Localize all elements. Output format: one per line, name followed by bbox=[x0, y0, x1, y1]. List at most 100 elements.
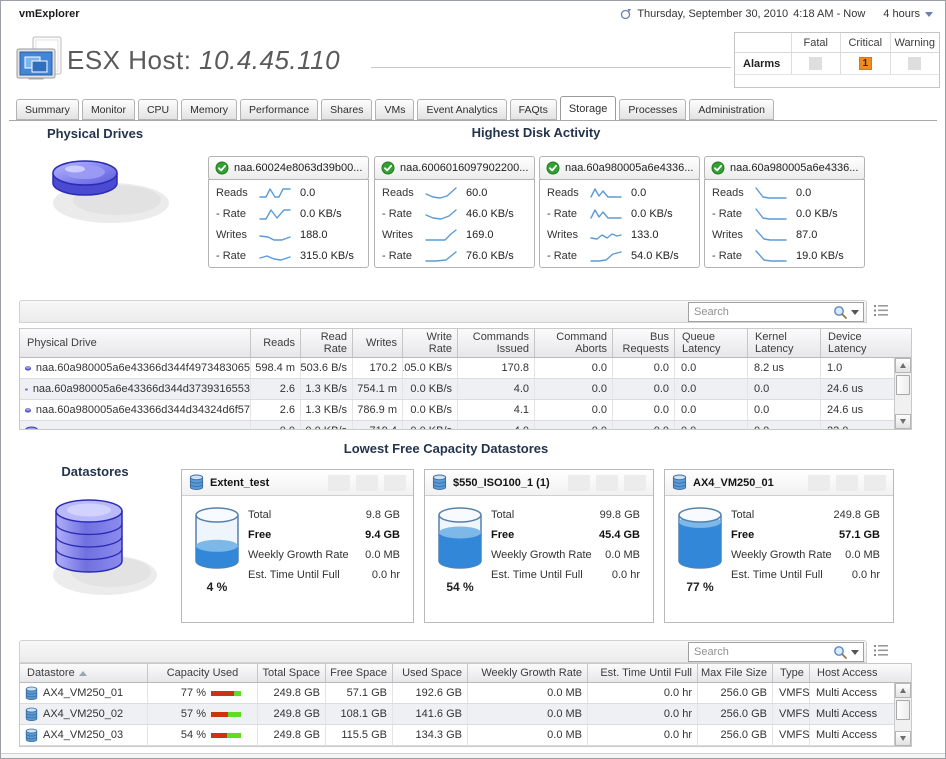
cell-writes: 786.9 m bbox=[352, 400, 402, 420]
metric-label: Writes bbox=[382, 229, 424, 241]
warning-count-badge[interactable] bbox=[908, 57, 921, 70]
scroll-thumb[interactable] bbox=[896, 375, 910, 395]
col-header-writes[interactable]: Writes bbox=[352, 329, 402, 357]
col-header-reads[interactable]: Reads bbox=[250, 329, 300, 357]
drive-table-search[interactable] bbox=[688, 302, 864, 322]
drive-table-row[interactable]: naa.60a980005a6e43366d344d3739316553 2.6… bbox=[20, 379, 894, 400]
tab-event-analytics[interactable]: Event Analytics bbox=[417, 99, 506, 120]
scroll-down-button[interactable] bbox=[895, 414, 911, 429]
cell-queue-latency: 0.0 bbox=[674, 400, 747, 420]
cell-command-aborts: 0.0 bbox=[534, 421, 612, 429]
tab-memory[interactable]: Memory bbox=[181, 99, 237, 120]
capacity-percent: 77 % bbox=[673, 580, 727, 594]
tab-faqts[interactable]: FAQts bbox=[510, 99, 557, 120]
col-header-commands-issued[interactable]: Commands Issued bbox=[457, 329, 534, 357]
scroll-down-button[interactable] bbox=[895, 731, 911, 746]
tab-shares[interactable]: Shares bbox=[321, 99, 372, 120]
drive-card-header[interactable]: naa.60024e8063d39b00... bbox=[208, 156, 369, 180]
search-input[interactable] bbox=[689, 306, 833, 318]
tab-cpu[interactable]: CPU bbox=[138, 99, 178, 120]
drive-card-body: Reads 0.0 - Rate 0.0 KB/s Writes 188.0 -… bbox=[208, 179, 369, 268]
metric-value: 169.0 bbox=[466, 229, 494, 241]
datastore-table-row[interactable]: AX4_VM250_03 54 % 249.8 GB 115.5 GB 134.… bbox=[20, 725, 894, 746]
search-icon[interactable] bbox=[833, 305, 848, 320]
col-header-free-space[interactable]: Free Space bbox=[325, 664, 392, 682]
datastore-card-body: 54 % Total99.8 GB Free45.4 GB Weekly Gro… bbox=[425, 496, 653, 622]
search-options-icon[interactable] bbox=[851, 310, 859, 315]
col-header-max-file-size[interactable]: Max File Size bbox=[697, 664, 772, 682]
table-customizer-icon[interactable] bbox=[873, 303, 889, 318]
drive-card-header[interactable]: naa.60a980005a6e4336... bbox=[704, 156, 865, 180]
datastore-card-header[interactable]: AX4_VM250_01 bbox=[665, 470, 893, 496]
datastore-card-header[interactable]: Extent_test bbox=[182, 470, 413, 496]
col-header-capacity-used[interactable]: Capacity Used bbox=[147, 664, 257, 682]
col-header-command-aborts[interactable]: Command Aborts bbox=[534, 329, 612, 357]
stat-label: Free bbox=[731, 529, 754, 541]
cell-command-aborts: 0.0 bbox=[534, 358, 612, 378]
cell-write-rate: 0.0 KB/s bbox=[402, 379, 457, 399]
datastore-table-row[interactable]: AX4_VM250_01 77 % 249.8 GB 57.1 GB 192.6… bbox=[20, 683, 894, 704]
search-input[interactable] bbox=[689, 646, 833, 658]
col-header-datastore[interactable]: Datastore bbox=[20, 664, 147, 682]
col-header-read-rate[interactable]: Read Rate bbox=[300, 329, 352, 357]
datastore-small-icon bbox=[189, 474, 204, 491]
timerange-dropdown-icon[interactable] bbox=[925, 12, 933, 17]
col-header-physical-drive[interactable]: Physical Drive bbox=[20, 329, 250, 357]
drive-card-header[interactable]: naa.60a980005a6e4336... bbox=[539, 156, 700, 180]
datastore-table-row[interactable]: AX4_VM250_02 57 % 249.8 GB 108.1 GB 141.… bbox=[20, 704, 894, 725]
metric-value: 188.0 bbox=[300, 229, 328, 241]
tab-performance[interactable]: Performance bbox=[240, 99, 318, 120]
col-header-queue-latency[interactable]: Queue Latency bbox=[674, 329, 747, 357]
critical-count-badge[interactable]: 1 bbox=[859, 57, 872, 70]
col-header-write-rate[interactable]: Write Rate bbox=[402, 329, 457, 357]
cell-read-rate: 1.3 KB/s bbox=[300, 400, 352, 420]
col-header-kernel-latency[interactable]: Kernel Latency bbox=[747, 329, 820, 357]
drive-table-row[interactable]: naa.60a980005a6e43366d344d34324d6f57 2.6… bbox=[20, 400, 894, 421]
datastore-table-scrollbar[interactable] bbox=[894, 683, 911, 746]
tab-bar-divider bbox=[9, 120, 937, 121]
datastore-card-header[interactable]: $550_ISO100_1 (1) bbox=[425, 470, 653, 496]
tab-administration[interactable]: Administration bbox=[689, 99, 774, 120]
search-icon[interactable] bbox=[833, 645, 848, 660]
fatal-count-badge[interactable] bbox=[809, 57, 822, 70]
stat-label: Free bbox=[248, 529, 271, 541]
col-header-est-time-until-full[interactable]: Est. Time Until Full bbox=[587, 664, 697, 682]
cell-used-space: 192.6 GB bbox=[392, 683, 467, 703]
drive-name: naa.6006016097902200... bbox=[400, 162, 528, 174]
col-header-type[interactable]: Type bbox=[772, 664, 809, 682]
col-header-bus-requests[interactable]: Bus Requests bbox=[612, 329, 674, 357]
scroll-up-button[interactable] bbox=[895, 683, 911, 698]
tab-monitor[interactable]: Monitor bbox=[82, 99, 135, 120]
search-options-icon[interactable] bbox=[851, 650, 859, 655]
drive-table-row[interactable]: naa.60a980005a6e43366d344f4973483065 598… bbox=[20, 358, 894, 379]
cell-bus-requests: 0.0 bbox=[612, 400, 674, 420]
col-header-weekly-growth-rate[interactable]: Weekly Growth Rate bbox=[467, 664, 587, 682]
cell-reads: 598.4 m bbox=[250, 358, 300, 378]
col-header-device-latency[interactable]: Device Latency bbox=[820, 329, 894, 357]
tab-vms[interactable]: VMs bbox=[375, 99, 414, 120]
tab-storage[interactable]: Storage bbox=[560, 96, 617, 120]
table-customizer-icon[interactable] bbox=[873, 643, 889, 658]
drive-card-header[interactable]: naa.6006016097902200... bbox=[374, 156, 535, 180]
tab-processes[interactable]: Processes bbox=[619, 99, 686, 120]
datastore-table-search[interactable] bbox=[688, 642, 864, 662]
capacity-gauge bbox=[194, 506, 240, 570]
time-range-selector[interactable]: Thursday, September 30, 2010 4:18 AM - N… bbox=[620, 8, 933, 20]
col-header-total-space[interactable]: Total Space bbox=[257, 664, 325, 682]
sparkline bbox=[754, 185, 788, 201]
cell-used-space: 134.3 GB bbox=[392, 725, 467, 745]
cell-command-aborts: 0.0 bbox=[534, 379, 612, 399]
scroll-thumb[interactable] bbox=[896, 700, 910, 720]
cell-bus-requests: 0.0 bbox=[612, 379, 674, 399]
stat-label: Est. Time Until Full bbox=[248, 569, 340, 581]
col-header-used-space[interactable]: Used Space bbox=[392, 664, 467, 682]
tab-summary[interactable]: Summary bbox=[16, 99, 79, 120]
drive-table-scrollbar[interactable] bbox=[894, 358, 911, 429]
col-header-host-access[interactable]: Host Access bbox=[809, 664, 894, 682]
scroll-up-button[interactable] bbox=[895, 358, 911, 373]
cell-free-space: 115.5 GB bbox=[325, 725, 392, 745]
metric-label: Writes bbox=[547, 229, 589, 241]
cell-write-rate: 0.0 KB/s bbox=[402, 421, 457, 429]
drive-table-row-clipped[interactable]: 0.0 0.0 KB/s 719.4 0.0 KB/s 4.0 0.0 0.0 … bbox=[20, 421, 894, 429]
metric-placeholder bbox=[384, 475, 406, 491]
